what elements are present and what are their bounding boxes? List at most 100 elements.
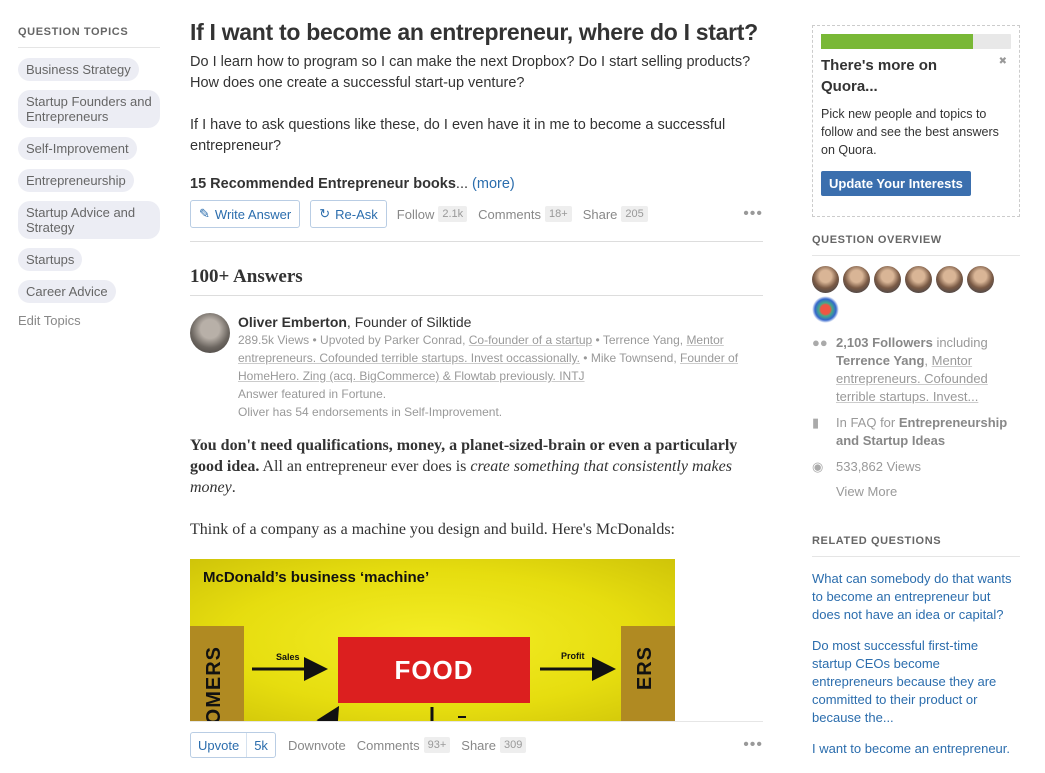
business-machine-diagram: McDonald’s business ‘machine’ OMERS ERS …: [190, 559, 675, 721]
followers-stat: ●● 2,103 Followers including Terrence Ya…: [812, 334, 1020, 406]
update-interests-button[interactable]: Update Your Interests: [821, 171, 971, 196]
re-ask-button[interactable]: ↻ Re-Ask: [310, 200, 387, 228]
progress-fill: [821, 34, 973, 49]
topic-pill[interactable]: Business Strategy: [18, 58, 139, 81]
answers-header: 100+ Answers: [190, 266, 763, 296]
people-icon: ●●: [812, 335, 828, 350]
close-icon[interactable]: ✖: [999, 56, 1007, 67]
answer-share-button[interactable]: Share 309: [461, 737, 527, 753]
question-detail-paragraph: If I have to ask questions like these, d…: [190, 117, 726, 154]
topic-pill[interactable]: Startup Advice and Strategy: [18, 201, 160, 239]
comments-label: Comments: [478, 206, 542, 222]
followers-text-block: 2,103 Followers including Terrence Yang,…: [836, 334, 1020, 406]
topic-pill[interactable]: Entrepreneurship: [18, 169, 134, 192]
answer-author: Oliver Emberton, Founder of Silktide 289…: [190, 313, 763, 421]
related-question-link[interactable]: I want to become an entrepreneur.: [812, 740, 1020, 758]
topic-pill[interactable]: Self-Improvement: [18, 137, 137, 160]
more-options-icon[interactable]: •••: [743, 205, 763, 223]
question-topics-header: QUESTION TOPICS: [18, 26, 160, 48]
main-content: If I want to become an entrepreneur, whe…: [190, 18, 763, 561]
re-ask-label: Re-Ask: [335, 206, 378, 222]
views-stat: ◉ 533,862 Views: [812, 458, 1020, 476]
upvoter-separator: • Terrence Yang,: [592, 333, 687, 347]
topic-list: Business Strategy Startup Founders and E…: [18, 58, 160, 312]
comments-count: 93+: [423, 737, 451, 753]
answer-paragraph: Think of a company as a machine you desi…: [190, 521, 675, 538]
faq-stat: ▮ In FAQ for Entrepreneurship and Startu…: [812, 414, 1020, 450]
featured-note: Answer featured in Fortune.: [238, 387, 387, 401]
progress-bar: [821, 34, 1011, 49]
author-info: Oliver Emberton, Founder of Silktide 289…: [238, 313, 763, 421]
share-count: 309: [499, 737, 527, 753]
avatar[interactable]: [190, 313, 230, 353]
endorsements-note: Oliver has 54 endorsements in Self-Impro…: [238, 405, 503, 419]
upvote-button[interactable]: Upvote 5k: [190, 732, 276, 758]
question-detail-preview: 15 Recommended Entrepreneur books... (mo…: [190, 176, 763, 192]
answer-text: All an entrepreneur ever does is: [259, 458, 471, 475]
avatar[interactable]: [936, 266, 963, 293]
comments-button[interactable]: Comments 18+: [478, 206, 572, 222]
avatar[interactable]: [812, 296, 839, 323]
upvote-count: 5k: [246, 733, 275, 757]
ellipsis: ...: [455, 176, 469, 192]
promo-title: There's more on Quora...: [821, 57, 938, 95]
comments-label: Comments: [356, 737, 420, 753]
answer-paragraph: You don't need qualifications, money, a …: [190, 435, 763, 498]
views-upvotes: 289.5k Views • Upvoted by Parker Conrad,: [238, 333, 469, 347]
right-sidebar: ✖ There's more on Quora... Pick new peop…: [812, 25, 1020, 758]
follower-name[interactable]: Terrence Yang: [836, 353, 924, 368]
faq-text: In FAQ for: [836, 415, 899, 430]
followers-including: including: [932, 335, 988, 350]
avatar[interactable]: [905, 266, 932, 293]
downvote-button[interactable]: Downvote: [288, 738, 346, 753]
interests-promo: ✖ There's more on Quora... Pick new peop…: [812, 25, 1020, 217]
follower-avatars: [812, 266, 1012, 326]
answer-stats: 289.5k Views • Upvoted by Parker Conrad,…: [238, 331, 763, 385]
question-title[interactable]: If I want to become an entrepreneur, whe…: [190, 18, 763, 46]
answer-actions: Upvote 5k Downvote Comments 93+ Share 30…: [190, 721, 763, 758]
topic-pill[interactable]: Career Advice: [18, 280, 116, 303]
view-more-link[interactable]: View More: [836, 484, 1020, 499]
question-overview-header: QUESTION OVERVIEW: [812, 234, 1020, 256]
views-count: 533,862 Views: [836, 459, 922, 474]
promo-text: Pick new people and topics to follow and…: [821, 107, 999, 157]
follow-count: 2.1k: [438, 206, 468, 222]
answer-text: .: [231, 479, 236, 496]
follow-label: Follow: [396, 206, 435, 222]
question-topics-panel: QUESTION TOPICS Business Strategy Startu…: [18, 26, 160, 328]
avatar[interactable]: [812, 266, 839, 293]
share-count: 205: [621, 206, 648, 222]
related-question-link[interactable]: What can somebody do that wants to becom…: [812, 570, 1020, 624]
share-label: Share: [582, 206, 618, 222]
follower-separator: ,: [924, 353, 932, 368]
author-credential: , Founder of Silktide: [346, 314, 472, 330]
divider: [190, 241, 763, 242]
comments-count: 18+: [545, 206, 572, 222]
write-answer-button[interactable]: ✎ Write Answer: [190, 200, 301, 228]
share-button[interactable]: Share 205: [583, 206, 648, 222]
more-link[interactable]: (more): [472, 176, 515, 192]
edit-topics-link[interactable]: Edit Topics: [18, 313, 160, 328]
avatar[interactable]: [874, 266, 901, 293]
input-arrow: [316, 705, 340, 721]
avatar[interactable]: [967, 266, 994, 293]
pencil-icon: ✎: [199, 206, 210, 221]
upvote-label: Upvote: [198, 737, 240, 753]
upvoter-separator: • Mike Townsend,: [579, 351, 680, 365]
followers-count[interactable]: 2,103 Followers: [836, 335, 933, 350]
follow-button[interactable]: Follow 2.1k: [396, 206, 468, 222]
topic-pill[interactable]: Startups: [18, 248, 83, 271]
avatar[interactable]: [843, 266, 870, 293]
write-answer-label: Write Answer: [214, 206, 292, 222]
more-options-icon[interactable]: •••: [743, 736, 763, 754]
bookmark-icon: ▮: [812, 415, 820, 430]
answer-comments-button[interactable]: Comments 93+: [357, 737, 451, 753]
related-question-link[interactable]: Do most successful first-time startup CE…: [812, 637, 1020, 727]
question-details: Do I learn how to program so I can make …: [190, 52, 763, 157]
answer-body: You don't need qualifications, money, a …: [190, 435, 763, 540]
share-label: Share: [461, 737, 496, 753]
upvoter-credential[interactable]: Co-founder of a startup: [469, 333, 592, 347]
topic-pill[interactable]: Startup Founders and Entrepreneurs: [18, 90, 160, 128]
author-name[interactable]: Oliver Emberton: [238, 314, 347, 330]
diagram-arrows: [252, 657, 616, 721]
